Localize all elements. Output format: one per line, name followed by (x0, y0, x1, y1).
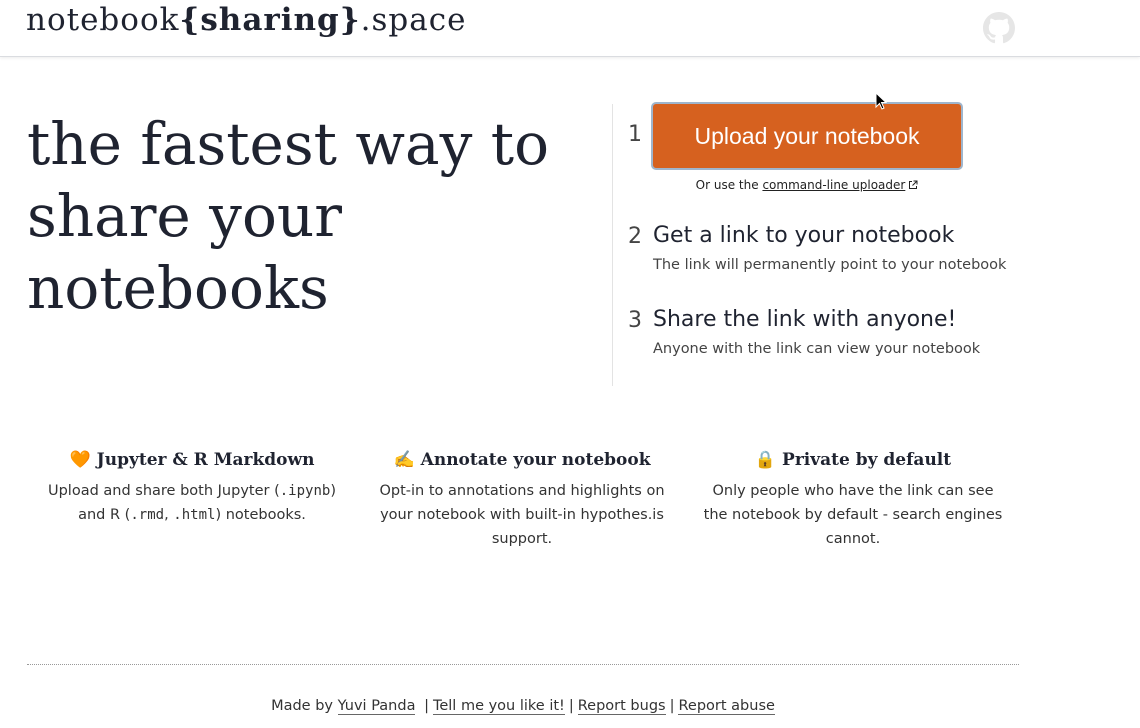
feature-2-description: Opt-in to annotations and highlights on y… (362, 479, 682, 551)
cli-uploader-note: Or use the command-line uploader (651, 178, 963, 192)
feature-2-title: ✍️ Annotate your notebook (362, 450, 682, 470)
step-2-description: The link will permanently point to your … (653, 257, 1007, 273)
mouse-cursor-icon (875, 92, 887, 110)
step-3-description: Anyone with the link can view your noteb… (653, 341, 981, 357)
hero-line-3: notebooks (27, 254, 329, 322)
feature-1-description: Upload and share both Jupyter (.ipynb) an… (32, 479, 352, 527)
step-2-title: Get a link to your notebook (653, 223, 955, 248)
logo-bold: sharing (200, 2, 340, 38)
logo-open-brace: { (179, 2, 201, 38)
feature-jupyter-rmarkdown: 🧡 Jupyter & R Markdown Upload and share b… (32, 450, 352, 527)
hero-title: the fastest way to share your notebooks (27, 108, 587, 324)
feature-3-title-text: Private by default (782, 450, 952, 470)
footer-separator: | (568, 698, 574, 714)
step-3-number: 3 (628, 308, 642, 333)
cli-uploader-link[interactable]: command-line uploader (762, 178, 918, 192)
feature-1-text-a: Upload and share both Jupyter ( (47, 483, 280, 499)
feature-2-line-3: support. (491, 531, 553, 547)
feature-1-title-text: Jupyter & R Markdown (96, 450, 315, 470)
step-2-number: 2 (628, 224, 642, 249)
feature-1-text-d: , (164, 507, 174, 523)
feature-3-line-1: Only people who have the link can see (712, 483, 994, 499)
footer-made-by: Made by (271, 698, 333, 714)
feature-3-line-2: the notebook by default - search engines (703, 507, 1003, 523)
upload-notebook-button[interactable]: Upload your notebook (651, 102, 963, 170)
feature-private: 🔒 Private by default Only people who have… (693, 450, 1013, 551)
feature-1-code-rmd: .rmd (130, 507, 165, 523)
steps-divider (612, 104, 613, 386)
site-logo[interactable]: notebook{sharing}.space (26, 2, 466, 38)
github-icon[interactable] (983, 12, 1015, 44)
footer-like-link[interactable]: Tell me you like it! (432, 698, 565, 715)
feature-1-text-c: and R ( (78, 507, 131, 523)
feature-2-line-1: Opt-in to annotations and highlights on (379, 483, 665, 499)
feature-1-text-e: ) notebooks. (215, 507, 306, 523)
feature-3-line-3: cannot. (825, 531, 881, 547)
step-3-title: Share the link with anyone! (653, 307, 957, 332)
external-link-icon (909, 180, 918, 189)
logo-close-brace: } (339, 2, 361, 38)
feature-2-title-text: Annotate your notebook (420, 450, 651, 470)
footer-divider (27, 664, 1019, 665)
feature-1-code-ipynb: .ipynb (279, 483, 331, 499)
logo-prefix: notebook (26, 2, 180, 38)
footer-author-link[interactable]: Yuvi Panda (337, 698, 416, 715)
site-header: notebook{sharing}.space (0, 0, 1140, 57)
footer-separator: | (424, 698, 429, 714)
feature-1-text-b: ) (330, 483, 336, 499)
logo-suffix: .space (360, 2, 467, 38)
lock-icon: 🔒 (754, 450, 777, 470)
footer-separator: | (669, 698, 675, 714)
hero-line-2: share your (27, 182, 342, 250)
footer-report-abuse-link[interactable]: Report abuse (678, 698, 775, 715)
feature-1-title: 🧡 Jupyter & R Markdown (32, 450, 352, 470)
site-footer: Made by Yuvi Panda | Tell me you like it!… (0, 698, 1046, 715)
feature-3-description: Only people who have the link can see the… (693, 479, 1013, 551)
feature-3-title: 🔒 Private by default (693, 450, 1013, 470)
feature-1-code-html: .html (173, 507, 216, 523)
step-1-number: 1 (628, 122, 642, 147)
cli-note-prefix: Or use the (695, 178, 759, 192)
footer-report-bugs-link[interactable]: Report bugs (577, 698, 666, 715)
writing-hand-icon: ✍️ (393, 450, 415, 470)
orange-heart-icon: 🧡 (69, 450, 91, 470)
feature-annotate: ✍️ Annotate your notebook Opt-in to annot… (362, 450, 682, 551)
feature-2-line-2: your notebook with built-in hypothes.is (380, 507, 664, 523)
cli-uploader-link-label: command-line uploader (762, 178, 906, 192)
hero-line-1: the fastest way to (27, 110, 550, 178)
